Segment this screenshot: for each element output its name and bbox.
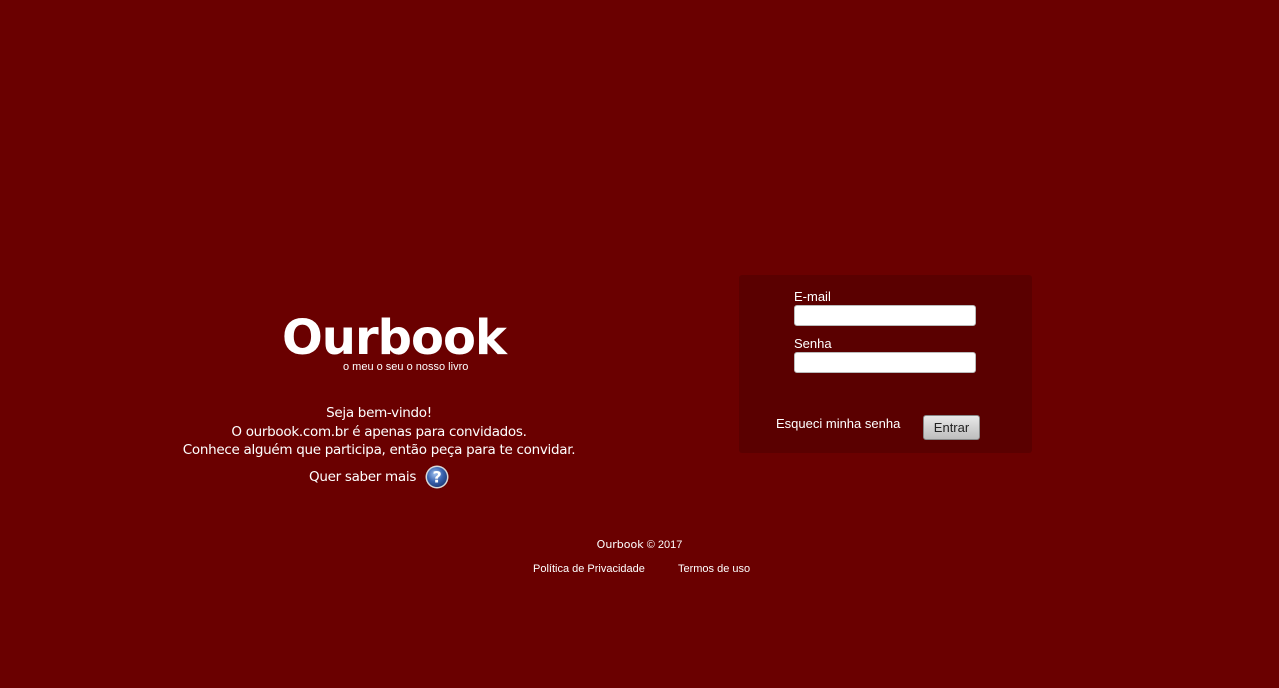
email-field[interactable] — [794, 305, 976, 326]
privacy-policy-link[interactable]: Política de Privacidade — [533, 563, 645, 575]
footer-year: © 2017 — [646, 539, 683, 551]
terms-of-use-link[interactable]: Termos de uso — [678, 563, 750, 575]
footer-copyright: Ourbook © 2017 — [0, 538, 1279, 551]
welcome-line: O ourbook.com.br é apenas para convidado… — [231, 423, 527, 440]
login-page: Ourbook o meu o seu o nosso livro Seja b… — [0, 0, 1279, 688]
welcome-line: Seja bem-vindo! — [326, 405, 432, 421]
password-field[interactable] — [794, 352, 976, 373]
svg-text:?: ? — [433, 468, 442, 487]
welcome-message: Seja bem-vindo! O ourbook.com.br é apena… — [180, 404, 578, 460]
learn-more: Quer saber mais ? — [309, 465, 449, 489]
logo-text: Ourbook — [282, 310, 507, 366]
login-form: E-mail Senha Esqueci minha senha Entrar — [739, 275, 1032, 453]
logo-tagline: o meu o seu o nosso livro — [343, 361, 469, 373]
welcome-line: Conhece alguém que participa, então peça… — [182, 442, 576, 458]
footer-brand: Ourbook — [596, 538, 644, 551]
password-label: Senha — [794, 336, 832, 351]
question-mark-circle-icon[interactable]: ? — [425, 465, 449, 489]
learn-more-link[interactable]: Quer saber mais — [309, 469, 416, 485]
brand-logo: Ourbook o meu o seu o nosso livro — [282, 310, 507, 373]
login-button[interactable]: Entrar — [923, 415, 980, 440]
footer-links: Política de Privacidade Termos de uso — [533, 563, 750, 575]
forgot-password-link[interactable]: Esqueci minha senha — [776, 416, 900, 431]
email-label: E-mail — [794, 289, 831, 304]
